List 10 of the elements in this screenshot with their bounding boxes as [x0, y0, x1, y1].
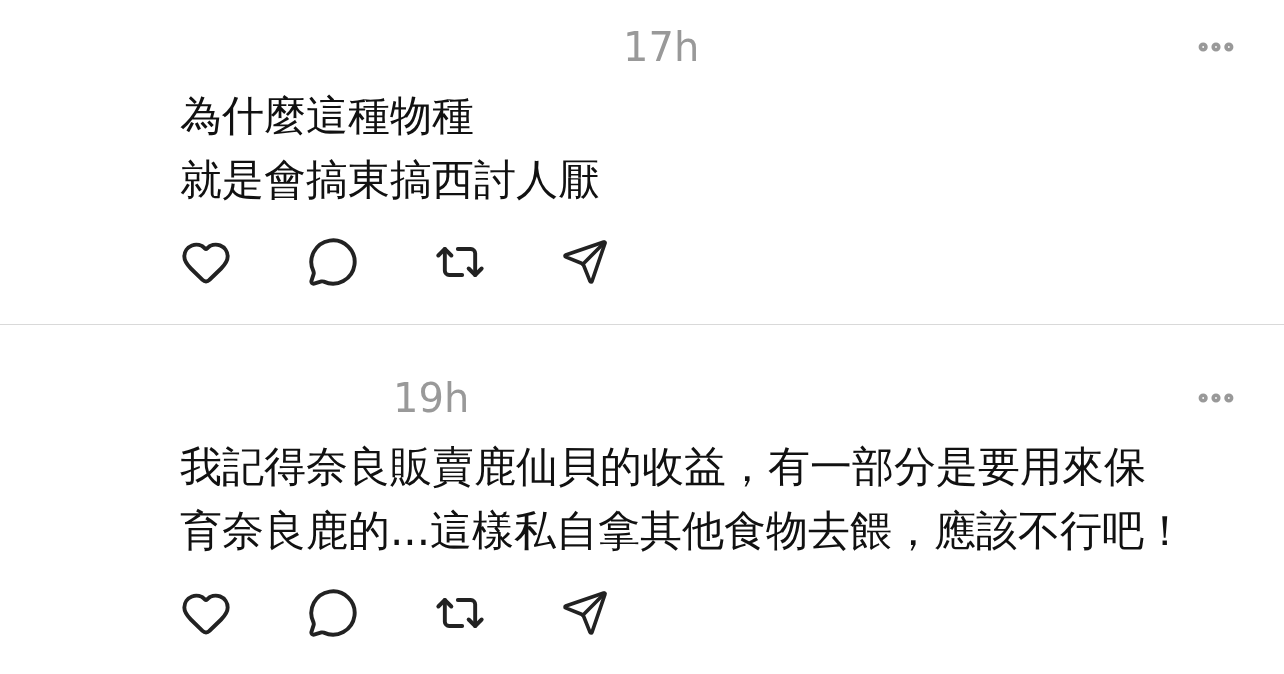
comment-icon[interactable]: [307, 587, 359, 639]
post-text-line: 就是會搞東搞西討人厭: [180, 154, 601, 206]
post-time: 17h: [623, 23, 700, 72]
post-text-line: 為什麼這種物種: [180, 90, 475, 142]
send-icon[interactable]: [561, 238, 609, 286]
comment-icon[interactable]: [307, 236, 359, 288]
post-text-line: 育奈良鹿的...這樣私自拿其他食物去餵，應該不行吧！: [180, 505, 1188, 557]
send-icon[interactable]: [561, 589, 609, 637]
post-time: 19h: [393, 374, 470, 423]
post-text-line: 我記得奈良販賣鹿仙貝的收益，有一部分是要用來保: [180, 441, 1147, 493]
